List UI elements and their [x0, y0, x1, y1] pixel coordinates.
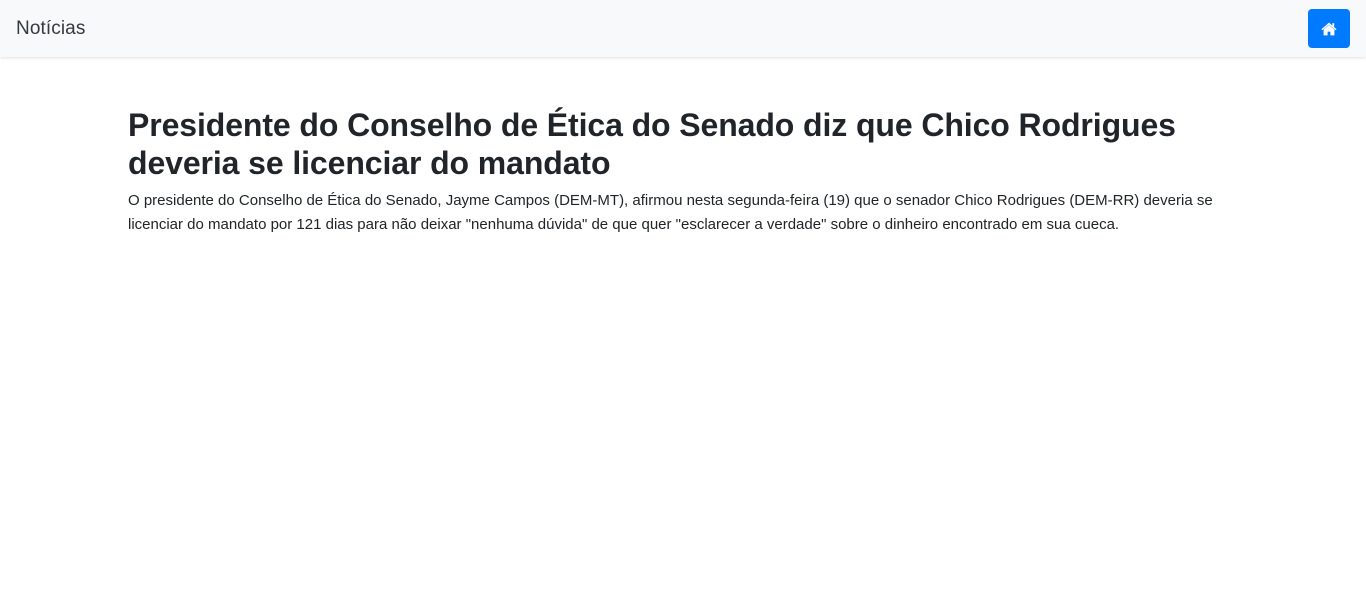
home-button[interactable] [1308, 9, 1350, 48]
navbar-brand[interactable]: Notícias [16, 18, 85, 40]
top-navbar: Notícias [0, 0, 1366, 57]
article-content: Presidente do Conselho de Ética do Senad… [128, 106, 1240, 237]
home-icon [1321, 22, 1337, 36]
article-title: Presidente do Conselho de Ética do Senad… [128, 107, 1176, 181]
article-summary: O presidente do Conselho de Ética do Sen… [128, 192, 1213, 233]
